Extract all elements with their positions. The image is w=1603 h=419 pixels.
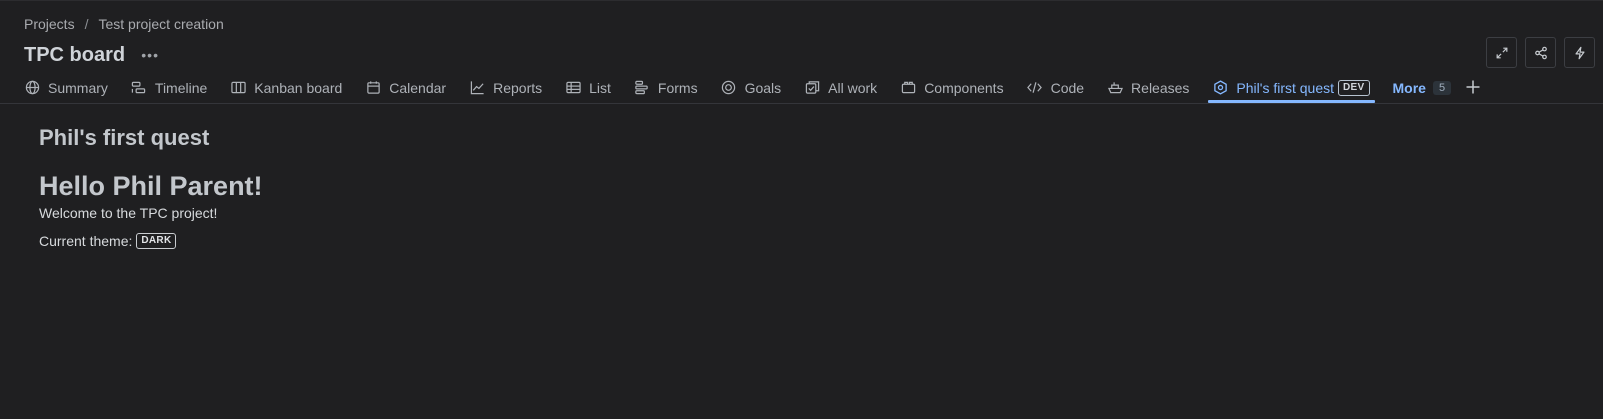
page-title: TPC board bbox=[24, 43, 126, 66]
tab-label: Components bbox=[924, 79, 1004, 96]
tab-reports[interactable]: Reports bbox=[469, 76, 542, 99]
breadcrumb-separator: / bbox=[84, 16, 89, 32]
greeting-heading: Hello Phil Parent! bbox=[39, 171, 263, 201]
tab-all-work[interactable]: All work bbox=[804, 76, 877, 99]
more-label: More bbox=[1392, 79, 1426, 96]
theme-line: Current theme: DARK bbox=[39, 233, 263, 249]
tab-label: Timeline bbox=[154, 79, 208, 96]
tab-label: Summary bbox=[48, 79, 108, 96]
tab-list[interactable]: List bbox=[565, 76, 611, 99]
plus-icon bbox=[1466, 80, 1480, 94]
all-work-icon bbox=[804, 80, 820, 96]
tab-divider bbox=[0, 103, 1603, 104]
title-row: TPC board ••• bbox=[24, 40, 224, 70]
tab-label: List bbox=[589, 79, 611, 96]
breadcrumb: Projects / Test project creation bbox=[24, 14, 224, 34]
tab-label: Forms bbox=[657, 79, 698, 96]
dev-badge: DEV bbox=[1338, 79, 1370, 96]
tab-releases[interactable]: Releases bbox=[1107, 76, 1189, 99]
tab-bar: Summary Timeline Kanban board Calendar R… bbox=[24, 76, 1603, 103]
globe-icon bbox=[24, 80, 40, 96]
header-actions bbox=[1486, 37, 1603, 68]
tab-label: Calendar bbox=[389, 79, 447, 96]
tab-summary[interactable]: Summary bbox=[24, 76, 108, 99]
tab-label: Code bbox=[1050, 79, 1085, 96]
share-icon bbox=[1534, 46, 1547, 59]
board-icon bbox=[230, 80, 246, 96]
timeline-icon bbox=[131, 80, 147, 96]
component-icon bbox=[900, 80, 916, 96]
welcome-text: Welcome to the TPC project! bbox=[39, 205, 218, 221]
add-tab-button[interactable] bbox=[1463, 77, 1483, 97]
page-header: Projects / Test project creation TPC boa… bbox=[24, 14, 224, 70]
tab-label: Kanban board bbox=[254, 79, 343, 96]
breadcrumb-project[interactable]: Test project creation bbox=[98, 16, 223, 32]
expand-button[interactable] bbox=[1486, 37, 1517, 68]
automation-button[interactable] bbox=[1564, 37, 1595, 68]
quest-title: Phil's first quest bbox=[39, 125, 210, 150]
theme-badge: DARK bbox=[136, 233, 177, 249]
tab-timeline[interactable]: Timeline bbox=[131, 76, 207, 99]
tab-label: All work bbox=[828, 79, 878, 96]
theme-label: Current theme: bbox=[39, 233, 133, 249]
share-button[interactable] bbox=[1525, 37, 1556, 68]
tab-label: Releases bbox=[1131, 79, 1190, 96]
hexagon-icon bbox=[1212, 80, 1228, 96]
more-tabs-button[interactable]: More 5 bbox=[1393, 76, 1452, 99]
main-content: Phil's first quest Hello Phil Parent! We… bbox=[39, 125, 263, 249]
target-icon bbox=[721, 80, 737, 96]
tab-phils-first-quest[interactable]: Phil's first quest DEV bbox=[1208, 76, 1375, 103]
lightning-icon bbox=[1574, 46, 1585, 59]
tab-kanban-board[interactable]: Kanban board bbox=[230, 76, 342, 99]
ship-icon bbox=[1107, 80, 1123, 96]
tab-code[interactable]: Code bbox=[1027, 76, 1084, 99]
tab-components[interactable]: Components bbox=[900, 76, 1004, 99]
top-divider bbox=[0, 0, 1603, 1]
list-icon bbox=[565, 80, 581, 96]
code-icon bbox=[1027, 80, 1043, 96]
tab-label: Reports bbox=[493, 79, 543, 96]
tab-goals[interactable]: Goals bbox=[721, 76, 782, 99]
chart-icon bbox=[469, 80, 485, 96]
tab-label: Phil's first quest bbox=[1236, 79, 1335, 96]
tab-forms[interactable]: Forms bbox=[634, 76, 698, 99]
expand-icon bbox=[1496, 47, 1507, 58]
forms-icon bbox=[634, 80, 650, 96]
tab-label: Goals bbox=[744, 79, 782, 96]
ellipsis-icon[interactable]: ••• bbox=[139, 44, 161, 66]
tab-calendar[interactable]: Calendar bbox=[365, 76, 446, 99]
calendar-icon bbox=[365, 80, 381, 96]
more-count-badge: 5 bbox=[1432, 80, 1452, 95]
breadcrumb-projects[interactable]: Projects bbox=[24, 16, 75, 32]
